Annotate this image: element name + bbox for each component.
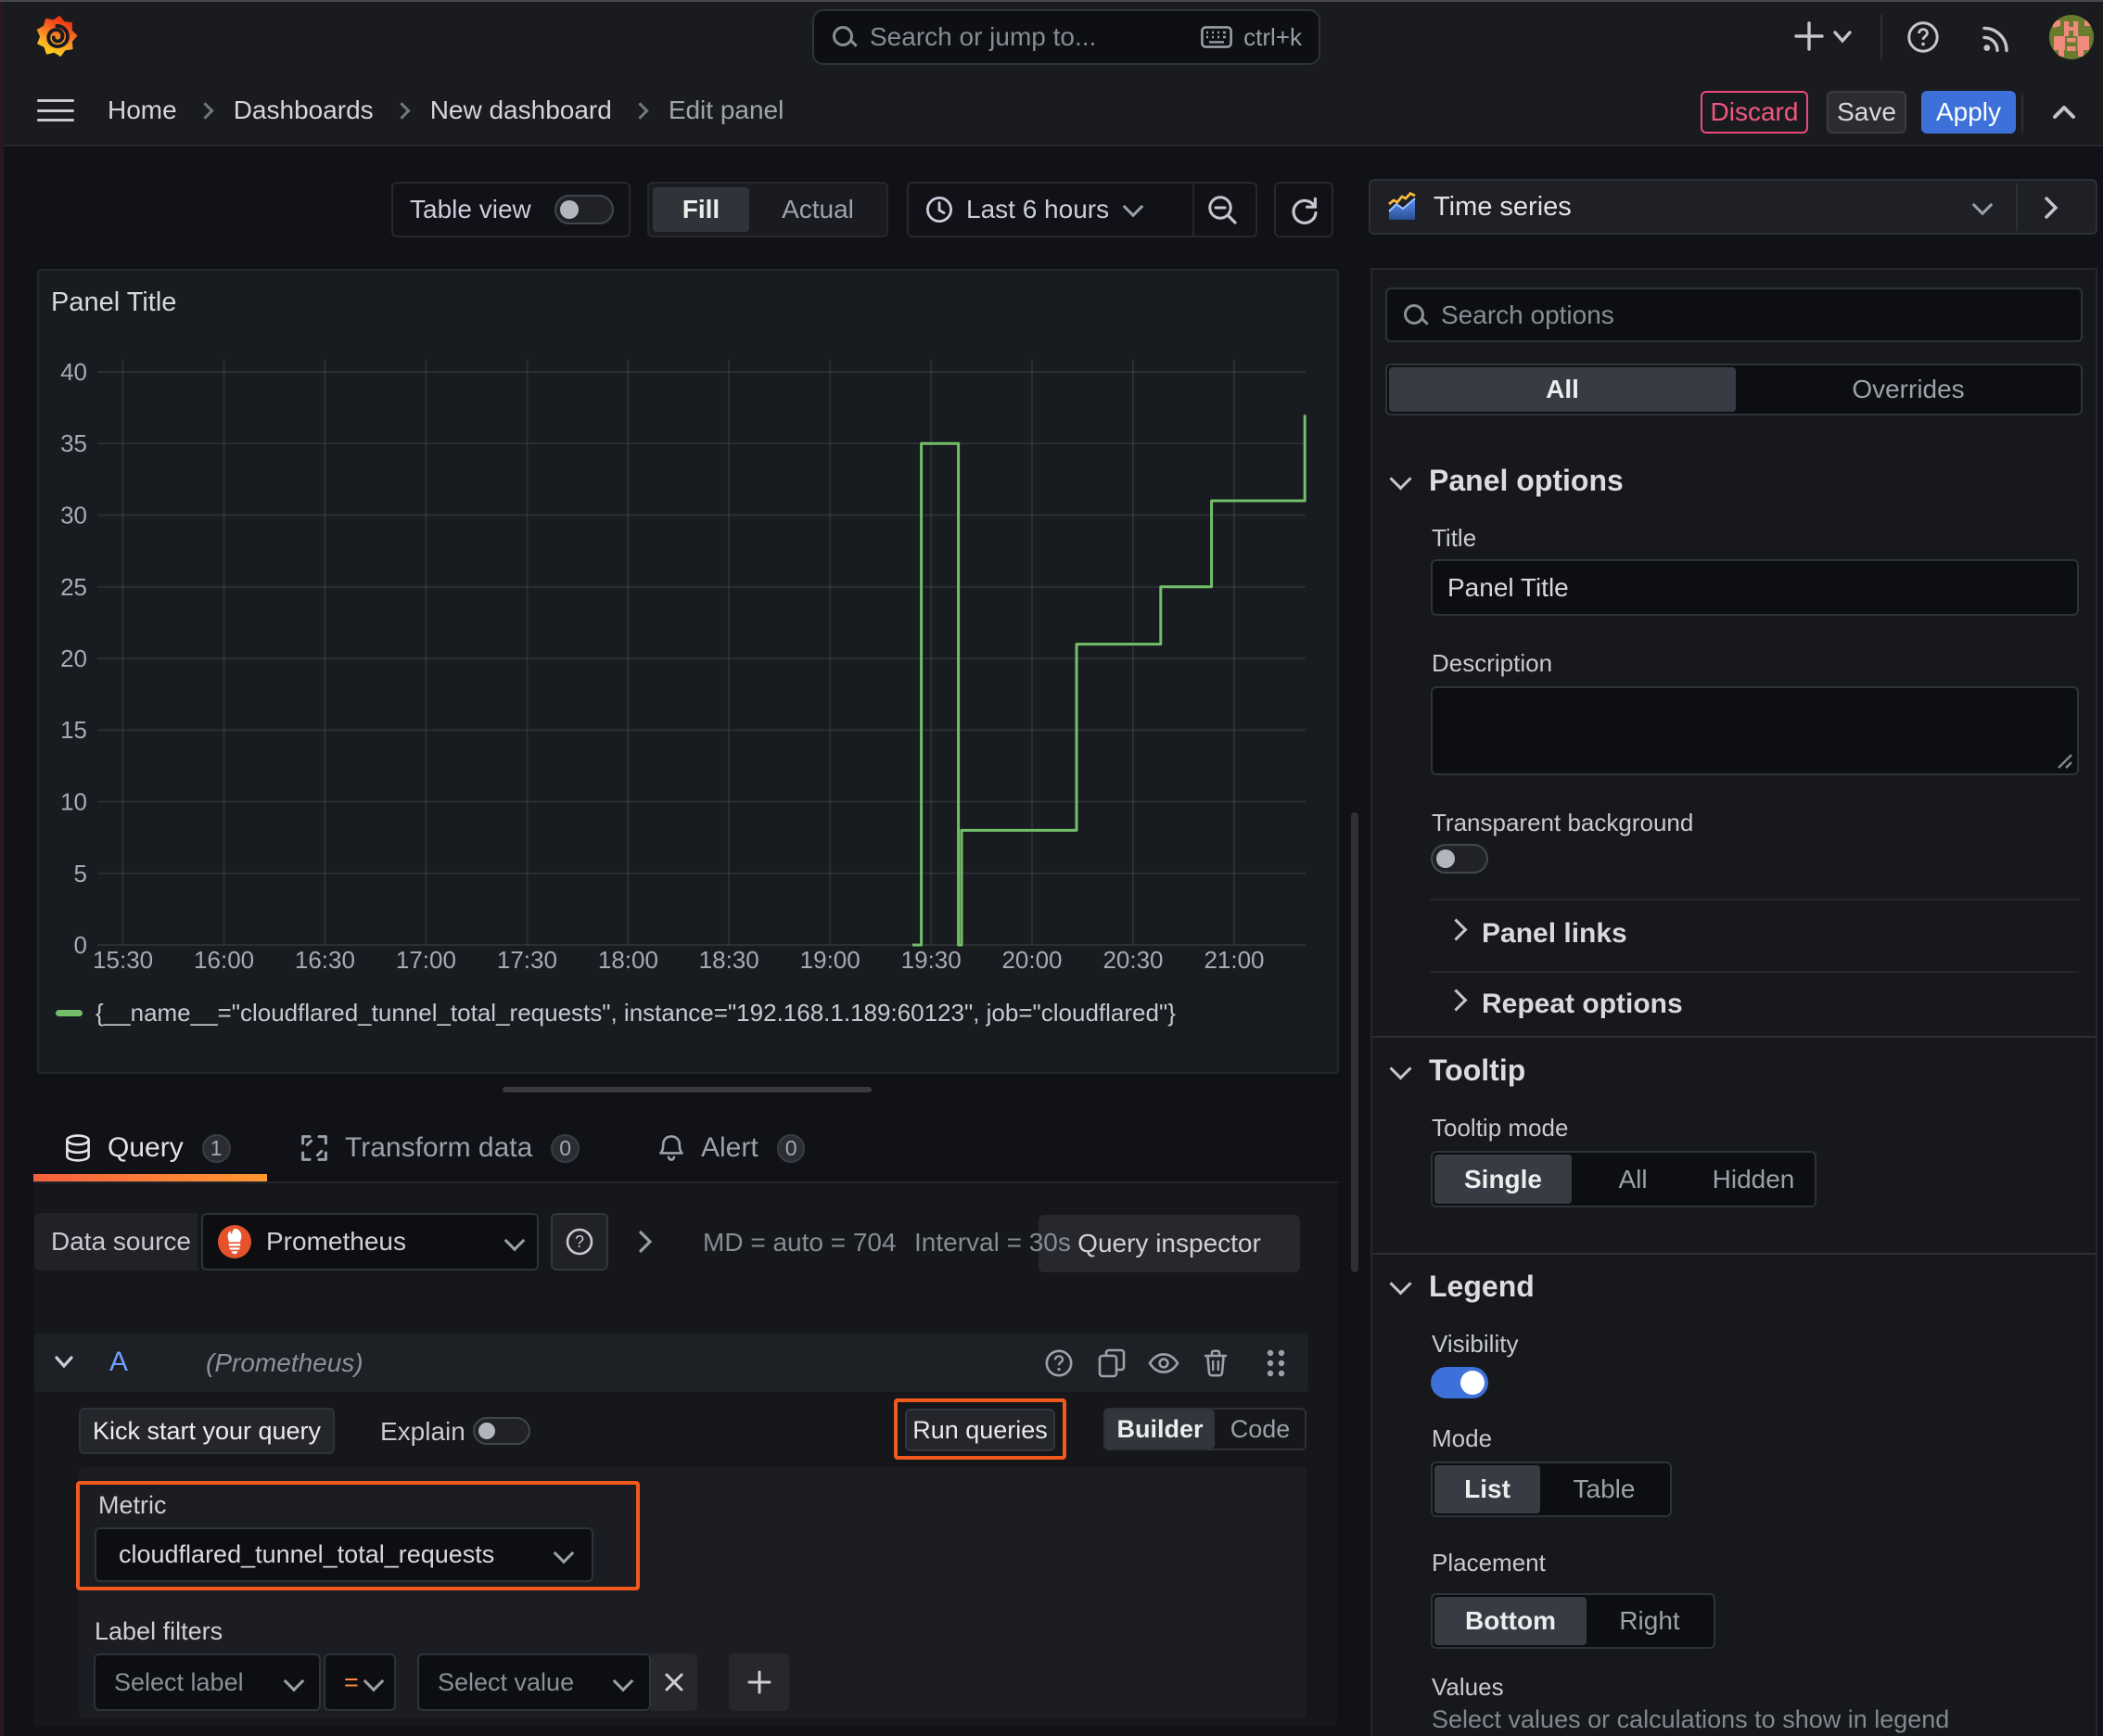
svg-text:20:30: 20:30 (1102, 946, 1163, 974)
svg-text:?: ? (575, 1232, 584, 1251)
svg-text:0: 0 (74, 931, 87, 959)
svg-text:16:00: 16:00 (194, 946, 254, 974)
svg-text:40: 40 (60, 358, 87, 386)
svg-text:15:30: 15:30 (93, 946, 153, 974)
svg-text:30: 30 (60, 501, 87, 529)
svg-text:19:00: 19:00 (800, 946, 860, 974)
svg-text:10: 10 (60, 787, 87, 815)
svg-text:18:00: 18:00 (598, 946, 658, 974)
svg-text:18:30: 18:30 (699, 946, 759, 974)
svg-text:19:30: 19:30 (901, 946, 962, 974)
svg-text:15: 15 (60, 716, 87, 744)
svg-text:17:30: 17:30 (497, 946, 557, 974)
svg-text:16:30: 16:30 (295, 946, 355, 974)
svg-text:20: 20 (60, 645, 87, 672)
svg-text:25: 25 (60, 573, 87, 601)
svg-text:35: 35 (60, 429, 87, 457)
svg-text:20:00: 20:00 (1001, 946, 1062, 974)
svg-text:17:00: 17:00 (396, 946, 456, 974)
svg-text:21:00: 21:00 (1204, 946, 1264, 974)
svg-text:5: 5 (74, 860, 87, 887)
